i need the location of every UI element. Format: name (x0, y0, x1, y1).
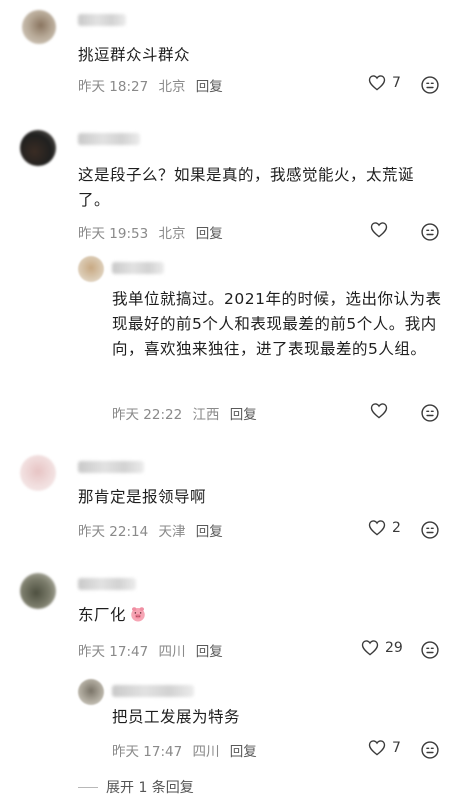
comment-meta: 昨天 18:27 北京 回复 (78, 75, 229, 95)
avatar[interactable] (20, 573, 56, 609)
reply-button[interactable]: 回复 (230, 407, 257, 423)
comment-time: 昨天 17:47 (112, 744, 183, 760)
comment-time: 昨天 19:53 (78, 226, 149, 242)
username-blurred[interactable] (78, 461, 144, 473)
comment-location: 北京 (158, 79, 186, 95)
avatar[interactable] (78, 256, 104, 282)
comment-text-content: 东厂化 (78, 606, 127, 624)
emoji-reaction-icon[interactable] (420, 75, 440, 95)
emoji-reaction-icon[interactable] (420, 403, 440, 423)
reply-button[interactable]: 回复 (196, 226, 223, 242)
reply-button[interactable]: 回复 (196, 524, 223, 540)
like-count: 2 (392, 519, 401, 536)
username-blurred[interactable] (112, 685, 194, 697)
username-blurred[interactable] (112, 262, 164, 274)
comment-time: 昨天 22:22 (112, 407, 183, 423)
heart-icon (361, 640, 379, 656)
like-button[interactable] (370, 221, 394, 238)
comment-text: 东厂化 (78, 603, 428, 628)
like-count: 7 (392, 74, 401, 91)
avatar[interactable] (20, 455, 56, 491)
username-blurred[interactable] (78, 14, 126, 26)
comment-meta: 昨天 19:53 北京 回复 (78, 222, 229, 242)
reply-button[interactable]: 回复 (196, 79, 223, 95)
reply-button[interactable]: 回复 (196, 644, 223, 660)
pig-face-icon (131, 607, 145, 622)
comment-meta: 昨天 22:14 天津 回复 (78, 520, 229, 540)
avatar[interactable] (78, 679, 104, 705)
expand-replies-label: 展开 1 条回复 (106, 780, 194, 796)
comment-time: 昨天 22:14 (78, 524, 149, 540)
comment-time: 昨天 18:27 (78, 79, 149, 95)
like-button[interactable] (370, 402, 394, 419)
comment-location: 四川 (158, 644, 186, 660)
emoji-reaction-icon[interactable] (420, 640, 440, 660)
comment-text: 把员工发展为特务 (112, 708, 241, 726)
like-button[interactable]: 2 (368, 519, 401, 536)
like-count: 7 (392, 739, 401, 756)
expand-divider (78, 786, 98, 788)
avatar[interactable] (20, 130, 56, 166)
heart-icon (370, 403, 388, 419)
like-button[interactable]: 7 (368, 74, 401, 91)
comment-text: 这是段子么？如果是真的，我感觉能火，太荒诞了。 (78, 166, 415, 209)
comment-meta: 昨天 22:22 江西 回复 (112, 403, 263, 423)
comment-location: 北京 (158, 226, 186, 242)
comment-text: 我单位就搞过。2021年的时候，选出你认为表现最好的前5个人和表现最差的前5个人… (112, 290, 442, 358)
emoji-reaction-icon[interactable] (420, 520, 440, 540)
heart-icon (368, 75, 386, 91)
comment-location: 天津 (158, 524, 186, 540)
emoji-reaction-icon[interactable] (420, 222, 440, 242)
username-blurred[interactable] (78, 133, 140, 145)
comment-meta: 昨天 17:47 四川 回复 (78, 640, 229, 660)
username-blurred[interactable] (78, 578, 136, 590)
heart-icon (368, 740, 386, 756)
heart-icon (368, 520, 386, 536)
like-button[interactable]: 29 (361, 639, 403, 656)
comment-text: 那肯定是报领导啊 (78, 488, 207, 506)
comment-time: 昨天 17:47 (78, 644, 149, 660)
emoji-reaction-icon[interactable] (420, 740, 440, 760)
avatar[interactable] (22, 10, 56, 44)
comment-location: 江西 (192, 407, 220, 423)
reply-button[interactable]: 回复 (230, 744, 257, 760)
expand-replies-button[interactable]: 展开 1 条回复 (78, 777, 194, 797)
heart-icon (370, 222, 388, 238)
like-count: 29 (385, 639, 403, 656)
like-button[interactable]: 7 (368, 739, 401, 756)
comment-location: 四川 (192, 744, 220, 760)
comment-meta: 昨天 17:47 四川 回复 (112, 740, 263, 760)
comment-text: 挑逗群众斗群众 (78, 46, 191, 64)
